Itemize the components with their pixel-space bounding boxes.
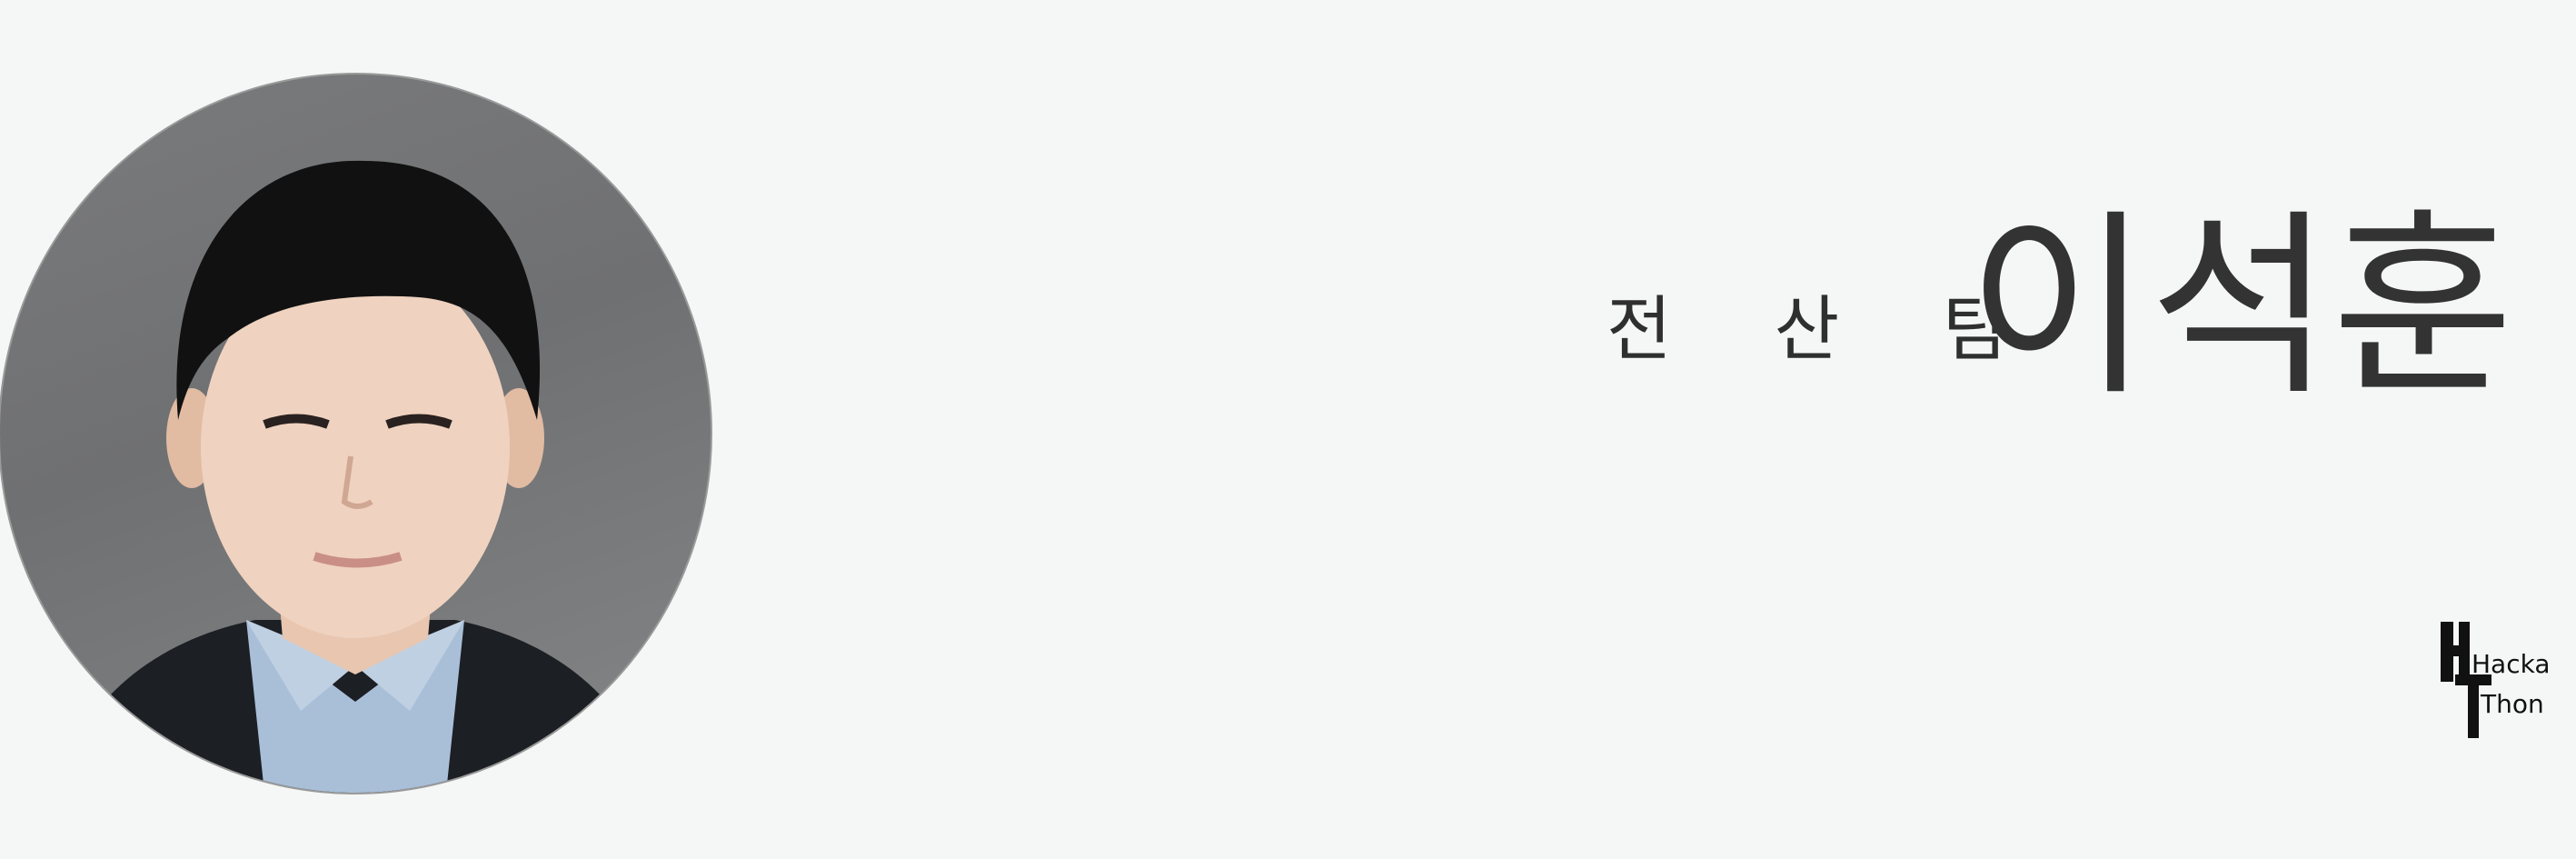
hackathon-logo-icon: Hacka Thon: [2441, 622, 2551, 738]
hackathon-logo: Hacka Thon: [2437, 618, 2555, 741]
person-name: 이석훈: [1967, 193, 2514, 423]
profile-photo: [0, 73, 712, 794]
portrait-image: [55, 160, 655, 793]
logo-line2: Thon: [2480, 689, 2544, 719]
logo-line1: Hacka: [2472, 649, 2551, 679]
